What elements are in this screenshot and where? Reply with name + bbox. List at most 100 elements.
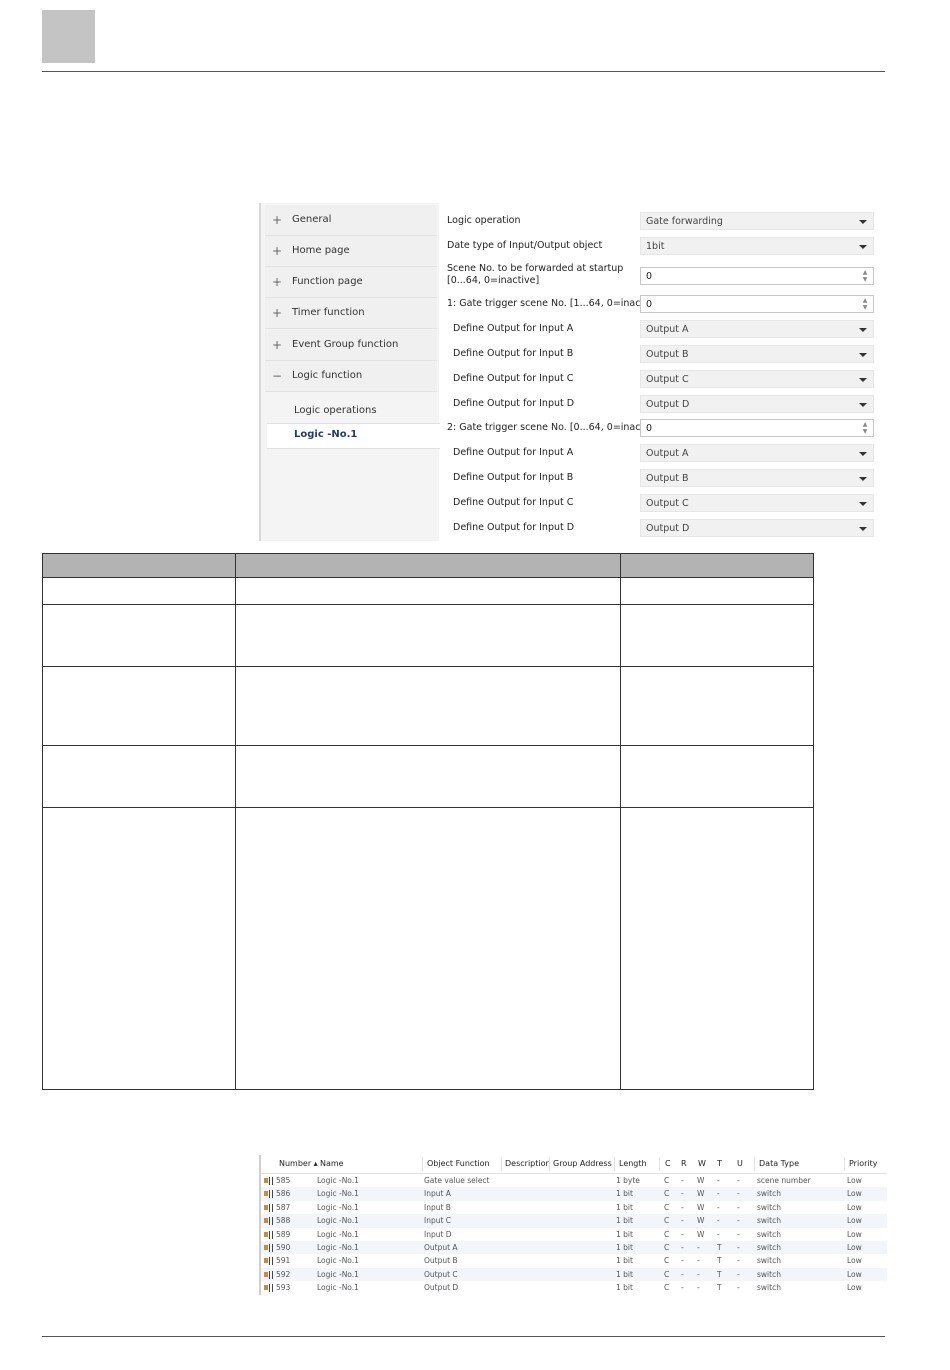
column-divider[interactable] <box>659 1157 660 1171</box>
parameter-description-table <box>42 553 814 1090</box>
object-row[interactable]: 593 Logic -No.1 Output D 1 bit C - - T - switch Lo… <box>261 1281 887 1294</box>
expand-icon[interactable]: + <box>272 298 282 328</box>
column-divider[interactable] <box>844 1157 845 1171</box>
cell-r: - <box>681 1216 684 1226</box>
table-row <box>42 807 814 1090</box>
cell-object-function: Output A <box>424 1243 458 1252</box>
expand-icon[interactable]: + <box>272 330 282 360</box>
column-header-number[interactable]: Number ▴ <box>279 1155 318 1173</box>
table-cell <box>235 807 621 1090</box>
table-cell <box>42 604 236 667</box>
cell-t: - <box>717 1229 720 1239</box>
gate1-output-c-dropdown[interactable]: Output C <box>640 370 874 388</box>
gate2-trigger-scene-input[interactable]: 0 ▲ ▼ <box>640 419 874 437</box>
column-header-u[interactable]: U <box>737 1155 743 1173</box>
column-header-r[interactable]: R <box>681 1155 687 1173</box>
sidebar-item-general[interactable]: + General <box>265 205 437 236</box>
gate2-output-c-dropdown[interactable]: Output C <box>640 494 874 512</box>
column-header-name[interactable]: Name <box>320 1155 344 1173</box>
column-divider[interactable] <box>422 1157 423 1171</box>
param-row: Logic operation Gate forwarding <box>447 210 885 232</box>
table-cell <box>42 807 236 1090</box>
column-divider[interactable] <box>549 1157 550 1171</box>
gate1-output-b-dropdown[interactable]: Output B <box>640 345 874 363</box>
cell-priority: Low <box>847 1269 862 1279</box>
object-row[interactable]: 585 Logic -No.1 Gate value select 1 byte C - W… <box>261 1174 887 1187</box>
logic-operation-dropdown[interactable]: Gate forwarding <box>640 212 874 230</box>
spinner-icon[interactable]: ▲ ▼ <box>862 421 868 435</box>
column-divider[interactable] <box>754 1157 755 1171</box>
object-row[interactable]: 586 Logic -No.1 Input A 1 bit C - W - - switch Low <box>261 1187 887 1201</box>
cell-priority: Low <box>847 1283 862 1293</box>
dropdown-value: Output B <box>646 349 689 360</box>
sidebar-item-event-group-function[interactable]: + Event Group function <box>265 330 437 361</box>
table-cell <box>42 577 236 605</box>
cell-w: W <box>697 1176 705 1185</box>
object-row[interactable]: 588 Logic -No.1 Input C 1 bit C - W - - switch Low <box>261 1214 887 1228</box>
column-header-t[interactable]: T <box>717 1155 722 1173</box>
gate2-output-b-dropdown[interactable]: Output B <box>640 469 874 487</box>
sidebar-item-logic-function[interactable]: − Logic function <box>265 361 437 392</box>
object-row[interactable]: 587 Logic -No.1 Input B 1 bit C - W - - switch Low <box>261 1201 887 1214</box>
table-cell <box>235 604 621 667</box>
sidebar-subitem-logic-operations[interactable]: Logic operations <box>294 405 377 416</box>
data-type-dropdown[interactable]: 1bit <box>640 237 874 255</box>
column-divider[interactable] <box>614 1157 615 1171</box>
expand-icon[interactable]: + <box>272 205 282 235</box>
cell-object-function: Input D <box>424 1229 452 1239</box>
number-value: 0 <box>646 299 653 310</box>
gate1-output-d-dropdown[interactable]: Output D <box>640 395 874 413</box>
sidebar-item-function-page[interactable]: + Function page <box>265 267 437 298</box>
column-header-data-type[interactable]: Data Type <box>759 1155 799 1173</box>
sidebar-subitem-logic-no1[interactable]: Logic -No.1 <box>294 429 357 440</box>
dropdown-arrow-icon <box>859 452 867 456</box>
cell-length: 1 bit <box>616 1229 633 1239</box>
column-header-object-function[interactable]: Object Function <box>427 1155 490 1173</box>
column-header-length[interactable]: Length <box>619 1155 647 1173</box>
cell-r: - <box>681 1256 684 1266</box>
column-header-c[interactable]: C <box>665 1155 671 1173</box>
cell-data-type: switch <box>757 1229 781 1239</box>
collapse-icon[interactable]: − <box>272 361 282 391</box>
cell-t: - <box>717 1216 720 1226</box>
gate1-output-a-dropdown[interactable]: Output A <box>640 320 874 338</box>
cell-c: C <box>664 1229 670 1239</box>
expand-icon[interactable]: + <box>272 267 282 297</box>
param-label: Define Output for Input A <box>453 447 574 458</box>
object-row[interactable]: 589 Logic -No.1 Input D 1 bit C - W - - switch Low <box>261 1228 887 1241</box>
cell-object-function: Output B <box>424 1256 458 1266</box>
table-cell <box>620 604 814 667</box>
header-rule <box>42 71 885 72</box>
column-header-group-address[interactable]: Group Address <box>553 1155 612 1173</box>
object-row[interactable]: 591 Logic -No.1 Output B 1 bit C - - T - switch Lo… <box>261 1254 887 1267</box>
gate2-output-a-dropdown[interactable]: Output A <box>640 444 874 462</box>
group-object-icon <box>264 1270 273 1279</box>
spinner-icon[interactable]: ▲ ▼ <box>862 269 868 283</box>
footer-rule <box>42 1336 885 1337</box>
gate1-trigger-scene-input[interactable]: 0 ▲ ▼ <box>640 295 874 313</box>
cell-length: 1 bit <box>616 1243 633 1252</box>
column-header-description[interactable]: Description <box>505 1155 551 1173</box>
column-header-priority[interactable]: Priority <box>849 1155 877 1173</box>
column-divider[interactable] <box>501 1157 502 1171</box>
sidebar-item-home-page[interactable]: + Home page <box>265 236 437 267</box>
cell-r: - <box>681 1202 684 1212</box>
sidebar-item-label: General <box>292 214 332 225</box>
table-cell <box>235 666 621 746</box>
header-logo-square <box>42 10 95 63</box>
cell-length: 1 bit <box>616 1269 633 1279</box>
startup-scene-number-input[interactable]: 0 ▲ ▼ <box>640 267 874 285</box>
object-row[interactable]: 592 Logic -No.1 Output C 1 bit C - - T - switch Lo… <box>261 1267 887 1282</box>
expand-icon[interactable]: + <box>272 236 282 266</box>
gate2-output-d-dropdown[interactable]: Output D <box>640 519 874 537</box>
object-row[interactable]: 590 Logic -No.1 Output A 1 bit C - - T - switch Lo… <box>261 1241 887 1255</box>
group-object-icon <box>264 1257 273 1266</box>
column-header-w[interactable]: W <box>698 1155 706 1173</box>
sidebar-item-label: Event Group function <box>292 339 399 350</box>
dropdown-arrow-icon <box>859 403 867 407</box>
spinner-icon[interactable]: ▲ ▼ <box>862 297 868 311</box>
sidebar-item-timer-function[interactable]: + Timer function <box>265 298 437 329</box>
cell-w: W <box>697 1216 705 1226</box>
cell-c: C <box>664 1176 670 1185</box>
table-cell <box>235 577 621 605</box>
